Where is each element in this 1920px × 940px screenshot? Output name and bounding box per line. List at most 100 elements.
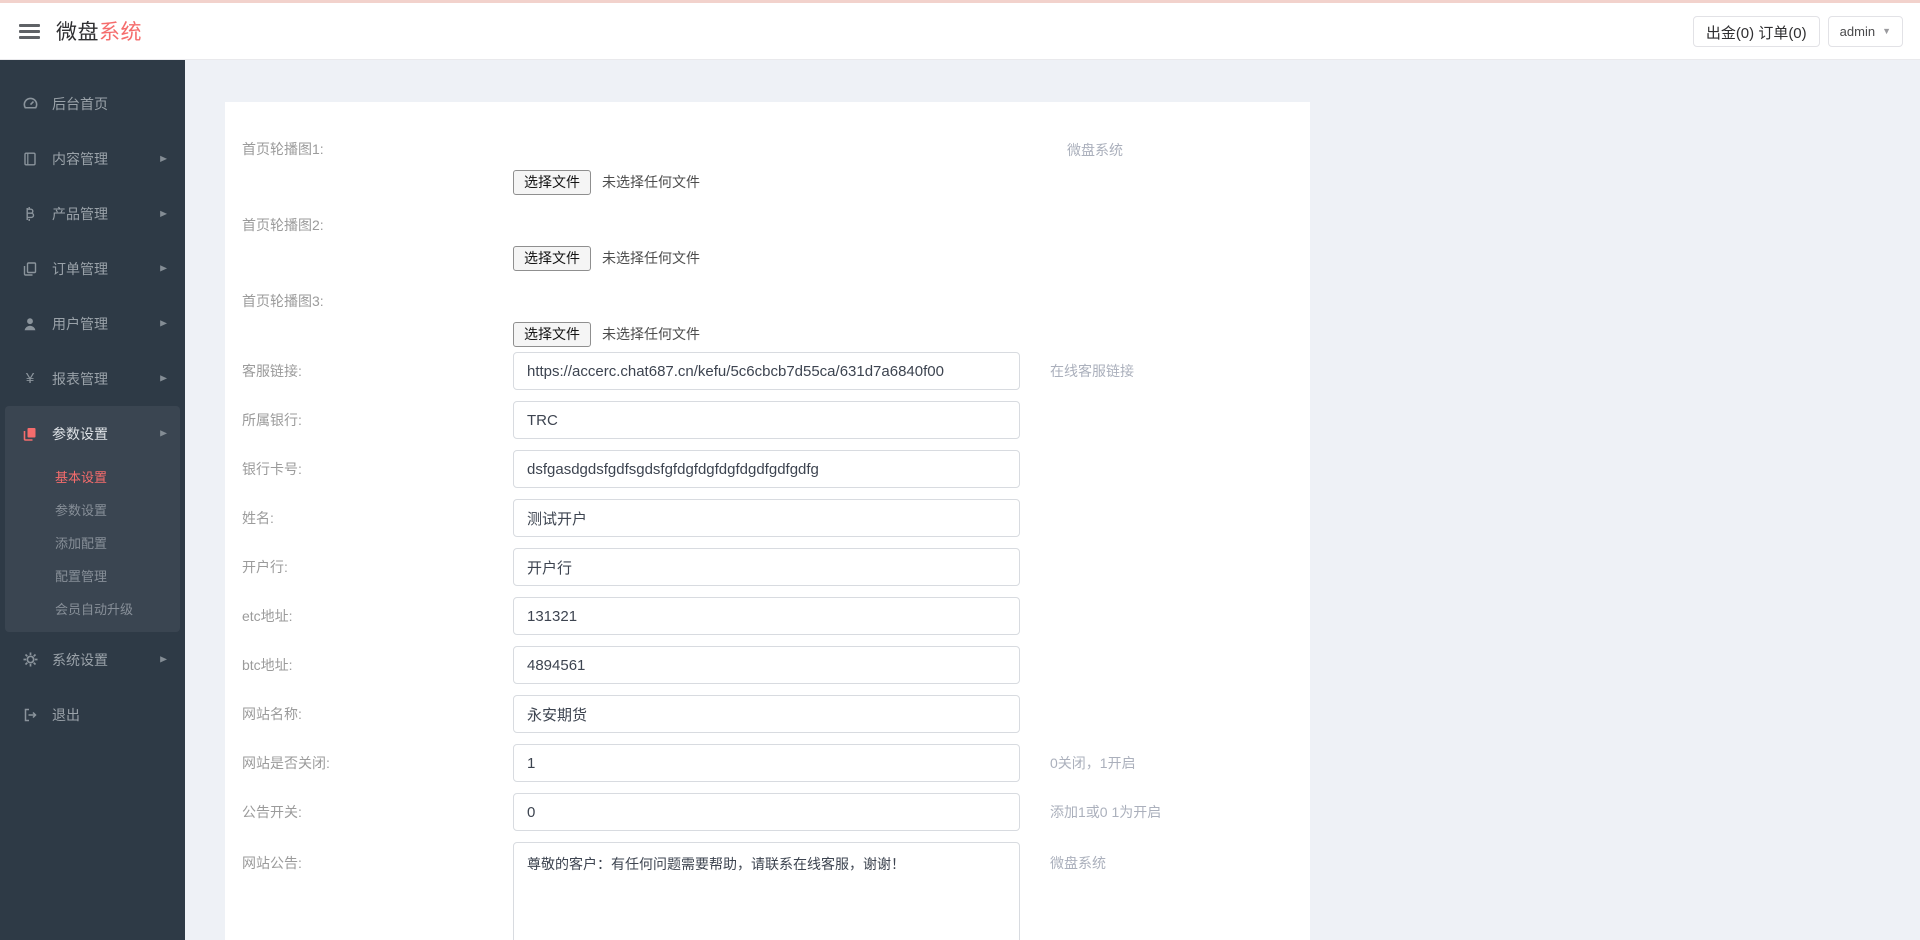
file-status-text: 未选择任何文件	[602, 248, 700, 268]
etc-address-input[interactable]	[513, 597, 1020, 635]
menu-toggle-icon[interactable]	[19, 24, 40, 39]
yen-icon: ¥	[21, 370, 39, 387]
field-label: 客服链接:	[242, 361, 513, 381]
field-hint: 微盘系统	[1067, 140, 1123, 160]
form-row-name: 姓名:	[242, 499, 1310, 537]
form-row-site-closed: 网站是否关闭: 0关闭，1开启	[242, 744, 1310, 782]
sidebar-item-label: 用户管理	[52, 314, 160, 334]
form-row-site-notice: 网站公告: 尊敬的客户：有任何问题需要帮助，请联系在线客服，谢谢！ 微盘系统	[242, 842, 1310, 940]
submenu-item-param-settings[interactable]: 参数设置	[5, 494, 180, 527]
hamburger-bar	[19, 30, 40, 33]
field-label: etc地址:	[242, 606, 513, 626]
sidebar-item-label: 内容管理	[52, 149, 160, 169]
sidebar-item-label: 退出	[52, 705, 167, 725]
hamburger-bar	[19, 24, 40, 27]
submenu-item-member-auto-upgrade[interactable]: 会员自动升级	[5, 593, 180, 626]
field-label: 开户行:	[242, 557, 513, 577]
banner2-file-input: 选择文件 未选择任何文件	[513, 246, 1310, 270]
gears-icon	[21, 651, 39, 668]
chevron-right-icon: ▶	[160, 374, 167, 384]
sidebar-item-label: 参数设置	[52, 424, 160, 444]
app-logo: 微盘系统	[56, 16, 142, 46]
sidebar-item-logout[interactable]: 退出	[0, 687, 185, 742]
form-row-banner2: 首页轮播图2: 选择文件 未选择任何文件	[242, 216, 1310, 270]
btc-address-input[interactable]	[513, 646, 1020, 684]
site-notice-textarea[interactable]: 尊敬的客户：有任何问题需要帮助，请联系在线客服，谢谢！	[513, 842, 1020, 940]
form-row-etc-address: etc地址:	[242, 597, 1310, 635]
form-row-btc-address: btc地址:	[242, 646, 1310, 684]
logo-primary: 微盘	[56, 21, 99, 44]
sidebar-item-dashboard[interactable]: 后台首页	[0, 76, 185, 131]
field-label: 首页轮播图2:	[242, 216, 1310, 234]
sidebar-item-products[interactable]: 产品管理 ▶	[0, 186, 185, 241]
bitcoin-icon	[21, 206, 39, 222]
sidebar-item-label: 订单管理	[52, 259, 160, 279]
choose-file-button[interactable]: 选择文件	[513, 246, 591, 271]
logo-accent: 系统	[99, 21, 142, 44]
field-label: 网站是否关闭:	[242, 753, 513, 773]
card-number-input[interactable]	[513, 450, 1020, 488]
submenu-item-add-config[interactable]: 添加配置	[5, 527, 180, 560]
navbar-right: 出金(0) 订单(0) admin ▼	[1693, 16, 1903, 47]
field-label: 银行卡号:	[242, 459, 513, 479]
book-icon	[21, 151, 39, 167]
form-row-notice-switch: 公告开关: 添加1或0 1为开启	[242, 793, 1310, 831]
choose-file-button[interactable]: 选择文件	[513, 322, 591, 347]
field-hint: 添加1或0 1为开启	[1050, 802, 1161, 822]
logout-icon	[21, 707, 39, 723]
sidebar-item-reports[interactable]: ¥ 报表管理 ▶	[0, 351, 185, 406]
bank-branch-input[interactable]	[513, 548, 1020, 586]
name-input[interactable]	[513, 499, 1020, 537]
field-hint: 微盘系统	[1050, 842, 1106, 873]
sidebar-item-users[interactable]: 用户管理 ▶	[0, 296, 185, 351]
sidebar-item-label: 报表管理	[52, 369, 160, 389]
field-label: 姓名:	[242, 508, 513, 528]
site-name-input[interactable]	[513, 695, 1020, 733]
field-label: 所属银行:	[242, 410, 513, 430]
banner1-file-input: 选择文件 未选择任何文件	[513, 170, 1310, 194]
form-row-bank-branch: 开户行:	[242, 548, 1310, 586]
field-label: 公告开关:	[242, 802, 513, 822]
dashboard-icon	[21, 95, 39, 112]
chevron-right-icon: ▶	[160, 429, 167, 439]
sidebar: 后台首页 内容管理 ▶ 产品管理 ▶ 订单管理 ▶	[0, 60, 185, 940]
field-label: 首页轮播图3:	[242, 292, 1310, 310]
kefu-link-input[interactable]	[513, 352, 1020, 390]
field-label: 首页轮播图1:	[242, 140, 1310, 158]
form-row-bank: 所属银行:	[242, 401, 1310, 439]
field-label: 网站名称:	[242, 704, 513, 724]
sidebar-item-orders[interactable]: 订单管理 ▶	[0, 241, 185, 296]
submenu-item-config-manage[interactable]: 配置管理	[5, 560, 180, 593]
form-row-banner3: 首页轮播图3: 选择文件 未选择任何文件	[242, 292, 1310, 346]
copy-icon	[21, 426, 39, 442]
bank-input[interactable]	[513, 401, 1020, 439]
main-content: 首页轮播图1: 微盘系统 选择文件 未选择任何文件 首页轮播图2: 选择文件 未…	[185, 60, 1920, 940]
hamburger-bar	[19, 36, 40, 39]
sidebar-item-system-settings[interactable]: 系统设置 ▶	[0, 632, 185, 687]
chevron-right-icon: ▶	[160, 264, 167, 274]
submenu-item-basic-settings[interactable]: 基本设置	[5, 461, 180, 494]
withdraw-orders-button[interactable]: 出金(0) 订单(0)	[1693, 16, 1820, 47]
form-row-site-name: 网站名称:	[242, 695, 1310, 733]
chevron-right-icon: ▶	[160, 209, 167, 219]
chevron-down-icon: ▼	[1882, 27, 1891, 36]
admin-dropdown[interactable]: admin ▼	[1828, 16, 1903, 47]
field-hint: 0关闭，1开启	[1050, 753, 1136, 773]
form-row-card-number: 银行卡号:	[242, 450, 1310, 488]
settings-form-card: 首页轮播图1: 微盘系统 选择文件 未选择任何文件 首页轮播图2: 选择文件 未…	[225, 102, 1310, 940]
sidebar-item-content[interactable]: 内容管理 ▶	[0, 131, 185, 186]
admin-label: admin	[1840, 24, 1875, 39]
copy-icon	[21, 261, 39, 277]
sidebar-item-params-settings[interactable]: 参数设置 ▶	[5, 406, 180, 461]
choose-file-button[interactable]: 选择文件	[513, 170, 591, 195]
field-label: btc地址:	[242, 655, 513, 675]
form-row-banner1: 首页轮播图1: 微盘系统 选择文件 未选择任何文件	[242, 140, 1310, 194]
chevron-right-icon: ▶	[160, 655, 167, 665]
user-icon	[21, 316, 39, 332]
field-label: 网站公告:	[242, 842, 513, 873]
site-closed-input[interactable]	[513, 744, 1020, 782]
file-status-text: 未选择任何文件	[602, 324, 700, 344]
notice-switch-input[interactable]	[513, 793, 1020, 831]
params-settings-group: 参数设置 ▶ 基本设置 参数设置 添加配置 配置管理 会员自动升级	[5, 406, 180, 632]
field-hint: 在线客服链接	[1050, 361, 1134, 381]
